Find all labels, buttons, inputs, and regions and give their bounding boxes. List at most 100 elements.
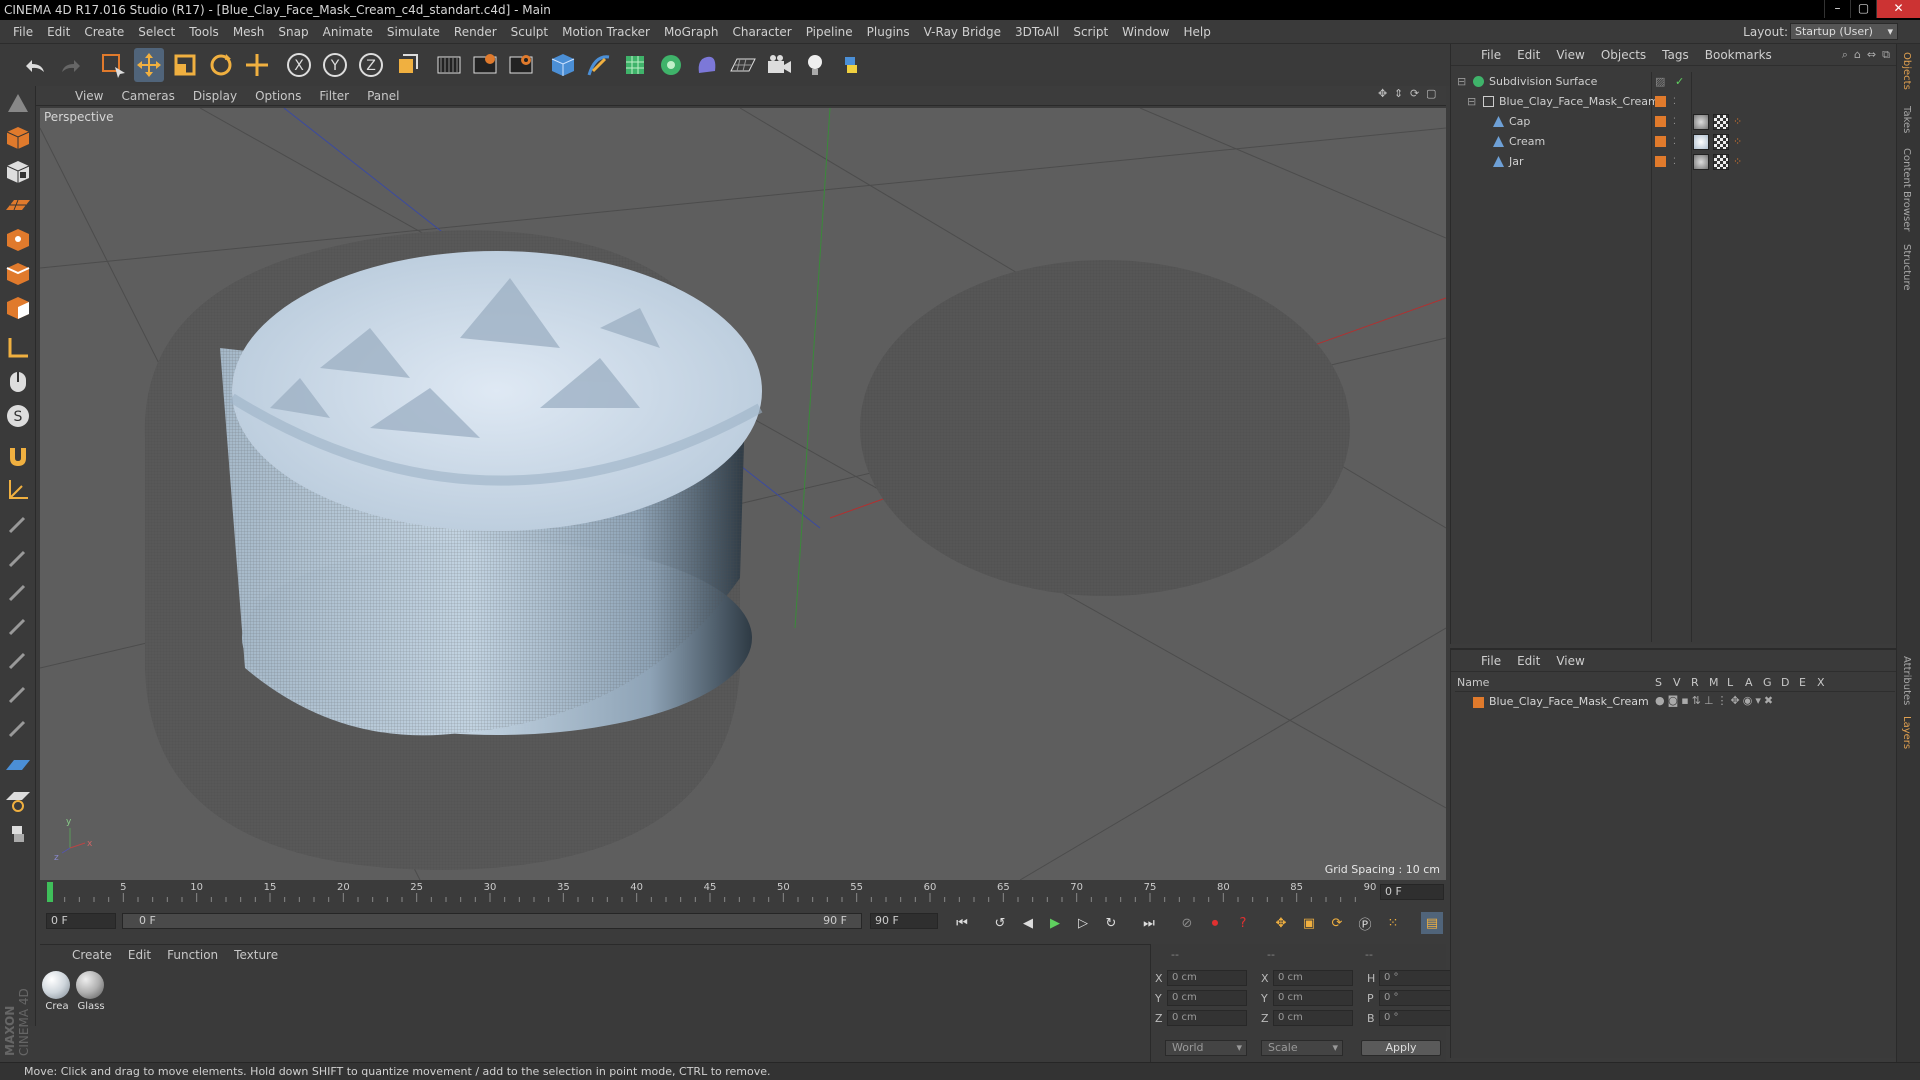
current-frame-field[interactable]: 0 F (1380, 884, 1444, 900)
magnet-button[interactable] (2, 440, 34, 472)
record-keys-button[interactable]: ⊘ (1176, 912, 1198, 934)
column-header-manager[interactable]: M (1709, 676, 1719, 689)
search-icon[interactable]: ⌕ (1842, 48, 1848, 62)
pan-icon[interactable]: ✥ (1378, 88, 1390, 100)
rotation-p-field[interactable]: 0 ° (1379, 990, 1459, 1006)
render-view-button[interactable] (434, 48, 464, 82)
object-menu-edit[interactable]: Edit (1509, 48, 1548, 62)
visibility-dots-icon[interactable]: ⁚ (1673, 152, 1676, 172)
menu-script[interactable]: Script (1066, 25, 1115, 39)
soft-selection-button[interactable] (2, 784, 34, 816)
position-z-field[interactable]: 0 cm (1167, 1010, 1247, 1026)
end-frame-field[interactable]: 90 F (870, 913, 938, 929)
texture-tag[interactable] (1713, 134, 1729, 150)
key-rotation-button[interactable]: ⟳ (1326, 912, 1348, 934)
tab-takes[interactable]: Takes (1901, 106, 1912, 133)
3d-viewport[interactable]: y x z Perspective Grid Spacing : 10 cm (40, 108, 1446, 880)
object-row-cap[interactable]: Cap ⁚ ⁘ (1451, 112, 1897, 132)
menu-mesh[interactable]: Mesh (226, 25, 272, 39)
rotate-button[interactable] (206, 48, 236, 82)
viewport-camera-label[interactable]: Perspective (44, 110, 114, 124)
snap-button[interactable]: S (2, 400, 34, 432)
menu-help[interactable]: Help (1176, 25, 1217, 39)
move-button[interactable] (134, 48, 164, 82)
position-y-field[interactable]: 0 cm (1167, 990, 1247, 1006)
layer-row[interactable]: Blue_Clay_Face_Mask_Cream ●◙▪⇅⊥⋮✥◉▾✖ (1455, 694, 1895, 712)
play-button[interactable]: ▶ (1044, 912, 1066, 934)
layer-menu-edit[interactable]: Edit (1509, 654, 1548, 668)
polygons-mode-button[interactable] (2, 292, 34, 324)
size-y-field[interactable]: 0 cm (1273, 990, 1353, 1006)
menu-3dtoall[interactable]: 3DToAll (1008, 25, 1066, 39)
texture-tag[interactable] (1713, 154, 1729, 170)
column-header-xref[interactable]: X (1817, 676, 1825, 689)
locked-workplane-button[interactable] (2, 474, 34, 506)
layout-select[interactable]: Startup (User) ▾ (1790, 23, 1898, 40)
material-tag[interactable] (1693, 114, 1709, 130)
collapse-icon[interactable]: ⊟ (1457, 72, 1466, 92)
maximize-view-icon[interactable]: ▢ (1426, 88, 1438, 100)
position-x-field[interactable]: 0 cm (1167, 970, 1247, 986)
tab-attributes[interactable]: Attributes (1901, 656, 1912, 705)
menu-pipeline[interactable]: Pipeline (799, 25, 860, 39)
go-to-start-button[interactable]: ⏮ (951, 912, 973, 934)
dolly-icon[interactable]: ⇕ (1394, 88, 1406, 100)
timeline-ruler[interactable]: 051015202530354045505560657075808590 0 F (40, 880, 1446, 904)
brush-tool-5-button[interactable] (2, 644, 34, 676)
pen-button[interactable] (584, 48, 614, 82)
object-menu-view[interactable]: View (1548, 48, 1592, 62)
column-header-name[interactable]: Name (1457, 676, 1489, 689)
array-button[interactable] (656, 48, 686, 82)
cream-surface[interactable] (232, 251, 762, 531)
material-menu-texture[interactable]: Texture (226, 948, 286, 962)
column-header-deformers[interactable]: D (1781, 676, 1789, 689)
rotation-b-field[interactable]: 0 ° (1379, 1010, 1459, 1026)
menu-character[interactable]: Character (725, 25, 798, 39)
visibility-dots-icon[interactable]: ⁚ (1673, 112, 1676, 132)
python-script-button[interactable] (2, 818, 34, 850)
axis-mode-button[interactable] (2, 332, 34, 364)
size-x-field[interactable]: 0 cm (1273, 970, 1353, 986)
visibility-dots-icon[interactable]: ⁚ (1673, 132, 1676, 152)
minimize-button[interactable]: – (1824, 0, 1850, 18)
viewport-menu-panel[interactable]: Panel (358, 89, 408, 103)
x-axis-button[interactable]: X (284, 48, 314, 82)
object-row-cream[interactable]: Cream ⁚ ⁘ (1451, 132, 1897, 152)
link-icon[interactable]: ⇔ (1867, 48, 1876, 62)
layer-menu-file[interactable]: File (1473, 654, 1509, 668)
coord-transform-select[interactable]: Scale ▾ (1261, 1040, 1343, 1056)
new-window-icon[interactable]: ⧉ (1882, 48, 1890, 62)
object-row-jar[interactable]: Jar ⁚ ⁘ (1451, 152, 1897, 172)
workplane-button[interactable] (2, 190, 34, 222)
key-pla-button[interactable]: ⁙ (1382, 912, 1404, 934)
tab-objects[interactable]: Objects (1901, 52, 1912, 90)
viewport-menu-display[interactable]: Display (184, 89, 246, 103)
redo-button[interactable] (56, 48, 86, 82)
start-frame-field[interactable]: 0 F (46, 913, 116, 929)
grid-lock-button[interactable] (2, 750, 34, 782)
tab-layers[interactable]: Layers (1901, 716, 1912, 749)
live-selection-button[interactable] (98, 48, 128, 82)
close-button[interactable]: ✕ (1876, 0, 1920, 18)
material-tag[interactable] (1693, 154, 1709, 170)
prev-key-button[interactable]: ↺ (989, 912, 1011, 934)
frame-range-slider[interactable]: 0 F 90 F (122, 913, 862, 929)
key-position-button[interactable]: ✥ (1270, 912, 1292, 934)
model-mode-button[interactable] (2, 122, 34, 154)
menu-edit[interactable]: Edit (40, 25, 77, 39)
phong-tag-icon[interactable]: ⁘ (1733, 152, 1742, 172)
autokey-button[interactable]: ⏺ (1204, 912, 1226, 934)
y-axis-button[interactable]: Y (320, 48, 350, 82)
menu-sculpt[interactable]: Sculpt (504, 25, 555, 39)
visibility-dots-icon[interactable]: ⁚ (1673, 92, 1676, 112)
menu-render[interactable]: Render (447, 25, 504, 39)
timeline-toggle-button[interactable]: ▤ (1421, 912, 1443, 934)
undo-button[interactable] (20, 48, 50, 82)
maximize-button[interactable]: ▢ (1850, 0, 1876, 18)
coordinate-system-button[interactable] (392, 48, 422, 82)
floor-button[interactable] (728, 48, 758, 82)
menu-snap[interactable]: Snap (271, 25, 315, 39)
brush-tool-7-button[interactable] (2, 712, 34, 744)
material-menu-edit[interactable]: Edit (120, 948, 159, 962)
tab-content-browser[interactable]: Content Browser (1901, 148, 1912, 231)
